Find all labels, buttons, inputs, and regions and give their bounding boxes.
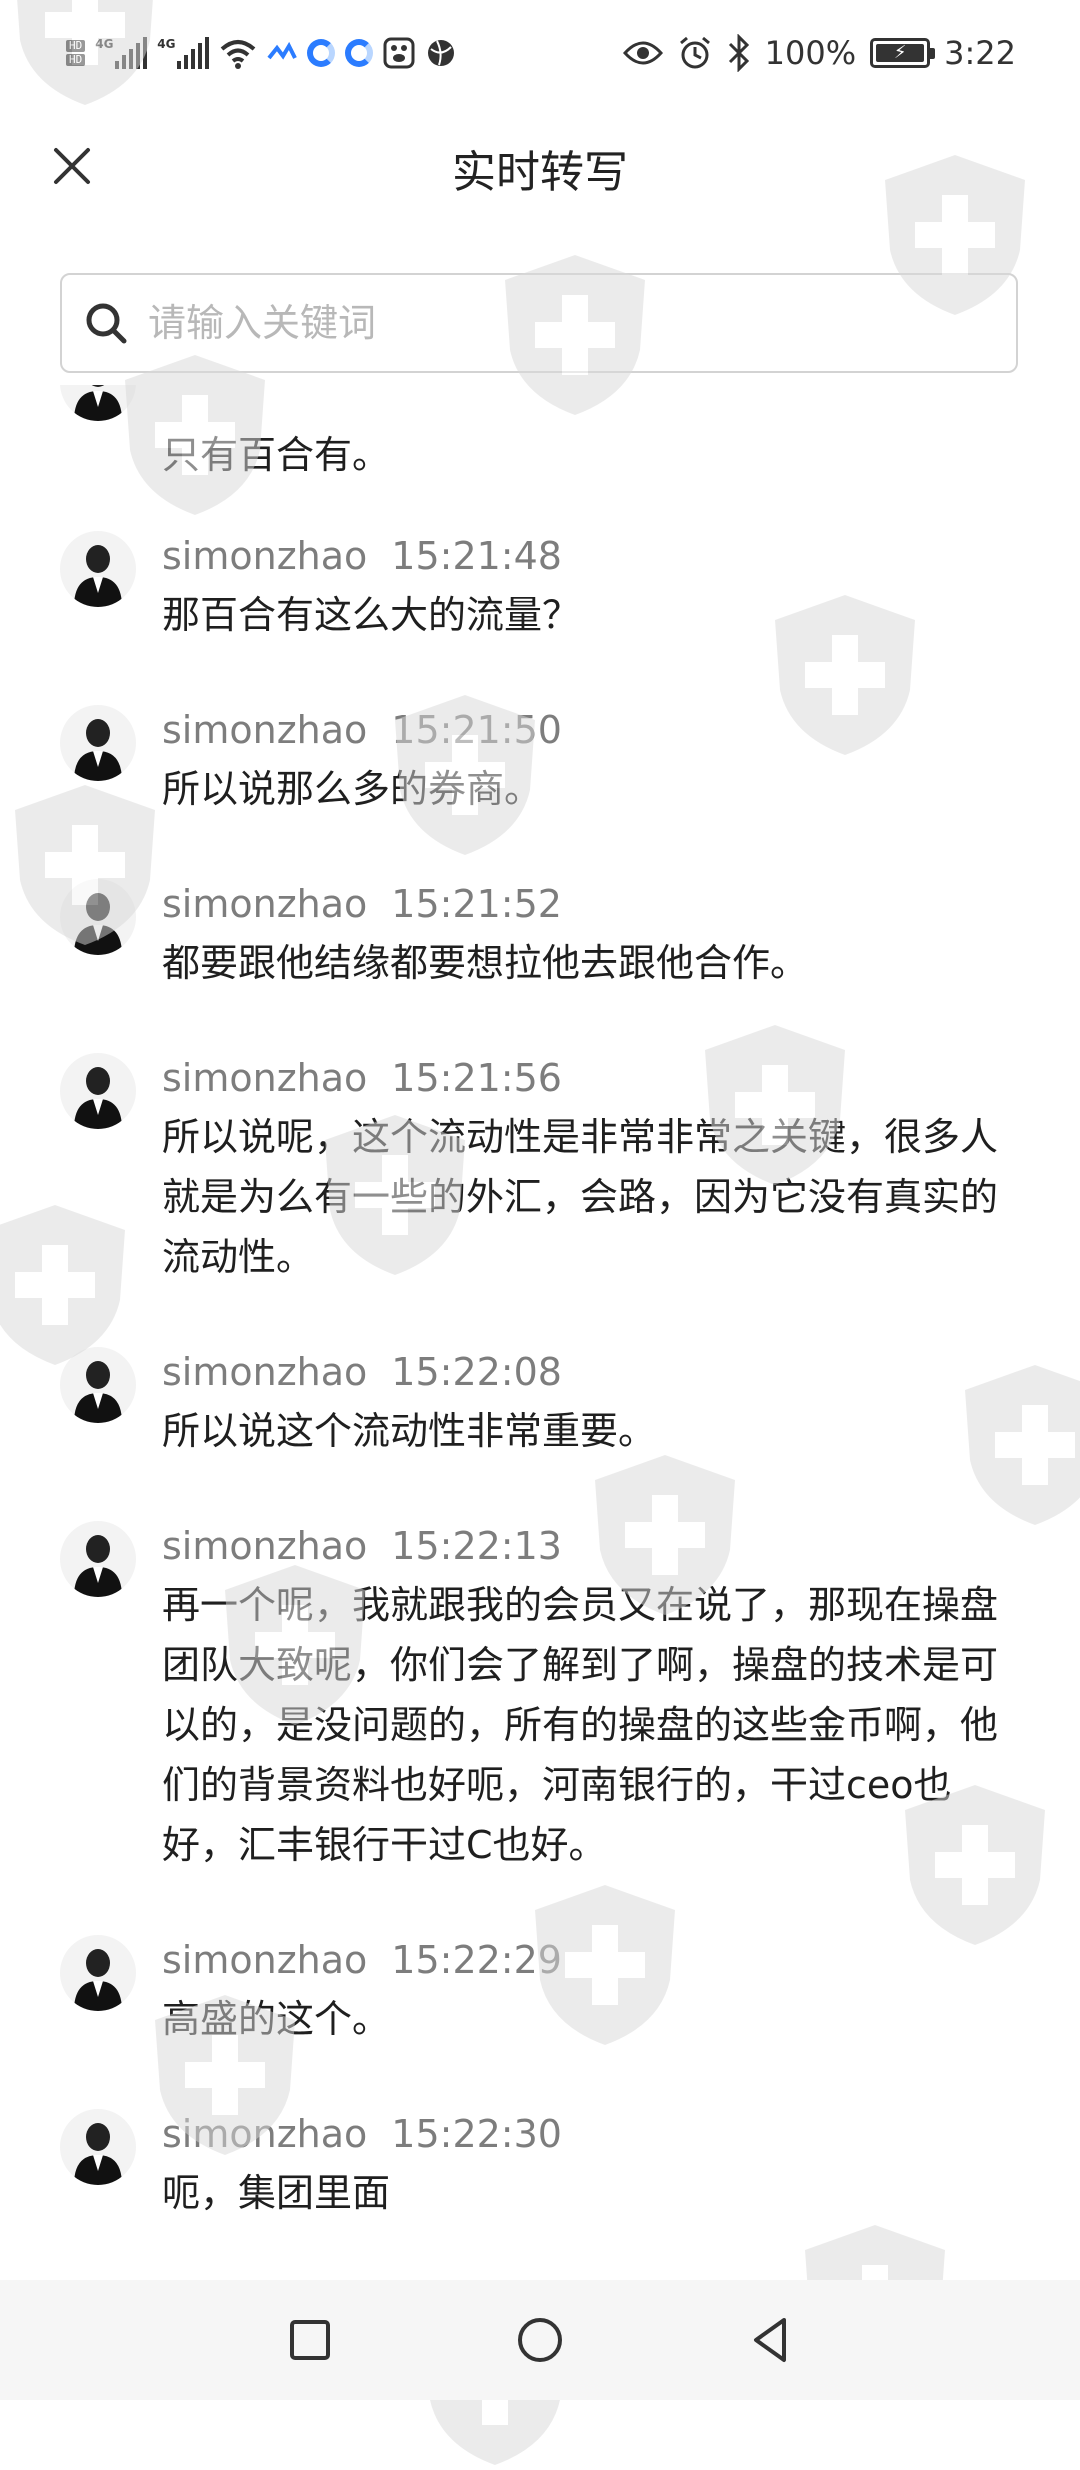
transcript-text: 那百合有这么大的流量？ (162, 593, 581, 637)
speaker-meta: simonzhao 15:21:50 (162, 705, 562, 755)
timestamp: 15:21:56 (391, 1056, 562, 1100)
bluetooth-icon (728, 34, 749, 72)
speaker-meta: simonzhao 15:22:29 (162, 1935, 562, 1985)
speaker-meta: simonzhao 15:22:13 (162, 1521, 562, 1571)
paw-notification-icon (383, 37, 415, 69)
transcript-list[interactable]: 只有百合有。 simonzhao 15:21:48 那百合有这么大的流量？ sim… (0, 385, 1080, 2280)
timestamp: 15:21:48 (391, 534, 562, 578)
system-navigation-bar (0, 2280, 1080, 2400)
search-box[interactable] (60, 273, 1018, 373)
battery-percent: 100% (764, 34, 857, 72)
wifi-icon (220, 40, 256, 69)
home-circle-icon (518, 2318, 562, 2362)
search-input[interactable] (146, 300, 970, 346)
speaker-name: simonzhao (162, 882, 368, 926)
avatar (60, 1521, 136, 1597)
recents-square-icon (290, 2320, 330, 2360)
app-notification-icon (267, 41, 298, 60)
timestamp: 15:22:13 (391, 1524, 562, 1568)
avatar (60, 2109, 136, 2185)
transcript-text: 再一个呢，我就跟我的会员又在说了，那现在操盘团队大致呢，你们会了解到了啊，操盘的… (162, 1583, 999, 1867)
hd-top-label: HD (66, 40, 86, 52)
signal-strength-icon-2: 4G (157, 37, 210, 69)
avatar (60, 1053, 136, 1129)
sync-notification-icon (307, 39, 336, 67)
status-bar-left: HD HD 4G 4G (66, 30, 457, 76)
status-bar: HD HD 4G 4G 100% ⚡ 3:22 (0, 0, 1080, 104)
status-bar-right: 100% ⚡ 3:22 (622, 28, 1016, 78)
timestamp: 15:21:52 (391, 882, 562, 926)
timestamp: 15:22:08 (391, 1350, 562, 1394)
avatar (60, 1935, 136, 2011)
signal-strength-icon: 4G (95, 37, 148, 69)
transcript-text: 所以说那么多的券商。 (162, 767, 543, 811)
transcript-text: 所以说呢，这个流动性是非常非常之关键，很多人就是为么有一些的外汇，会路，因为它没… (162, 1115, 999, 1279)
home-button[interactable] (508, 2308, 572, 2372)
sync-notification-icon-2 (345, 39, 374, 67)
network-type-label-2: 4G (157, 37, 176, 51)
search-icon (86, 303, 127, 344)
app-header: 实时转写 (0, 104, 1080, 234)
speaker-name: simonzhao (162, 534, 368, 578)
speaker-meta: simonzhao 15:22:30 (162, 2109, 562, 2159)
transcript-text: 都要跟他结缘都要想拉他去跟他合作。 (162, 941, 809, 985)
back-triangle-icon (754, 2318, 786, 2362)
page-title: 实时转写 (452, 147, 628, 198)
timestamp: 15:21:50 (391, 708, 562, 752)
transcript-text: 高盛的这个。 (162, 1997, 391, 2041)
speaker-meta: simonzhao 15:22:08 (162, 1347, 562, 1397)
speaker-name: simonzhao (162, 1938, 368, 1982)
avatar (60, 385, 136, 421)
avatar (60, 1347, 136, 1423)
eye-icon (622, 41, 663, 65)
timestamp: 15:22:29 (391, 1938, 562, 1982)
speaker-name: simonzhao (162, 1524, 368, 1568)
alarm-icon (679, 36, 710, 69)
avatar (60, 531, 136, 607)
transcript-text: 呃，集团里面 (162, 2171, 391, 2215)
speaker-meta: simonzhao 15:21:52 (162, 879, 562, 929)
back-button[interactable] (738, 2308, 802, 2372)
hd-indicator: HD HD (66, 40, 86, 66)
battery-icon: ⚡ (870, 38, 936, 68)
transcript-text: 只有百合有。 (162, 433, 391, 477)
timestamp: 15:22:30 (391, 2112, 562, 2156)
speaker-name: simonzhao (162, 1350, 368, 1394)
recents-button[interactable] (278, 2308, 342, 2372)
clock-time: 3:22 (944, 34, 1016, 72)
avatar (60, 705, 136, 781)
speaker-meta: simonzhao 15:21:48 (162, 531, 562, 581)
network-type-label: 4G (95, 37, 114, 51)
speaker-name: simonzhao (162, 2112, 368, 2156)
speaker-meta: simonzhao 15:21:56 (162, 1053, 562, 1103)
transcript-text: 所以说这个流动性非常重要。 (162, 1409, 657, 1453)
hd-bottom-label: HD (66, 54, 86, 66)
ball-notification-icon (428, 40, 455, 66)
speaker-name: simonzhao (162, 1056, 368, 1100)
avatar (60, 879, 136, 955)
speaker-name: simonzhao (162, 708, 368, 752)
